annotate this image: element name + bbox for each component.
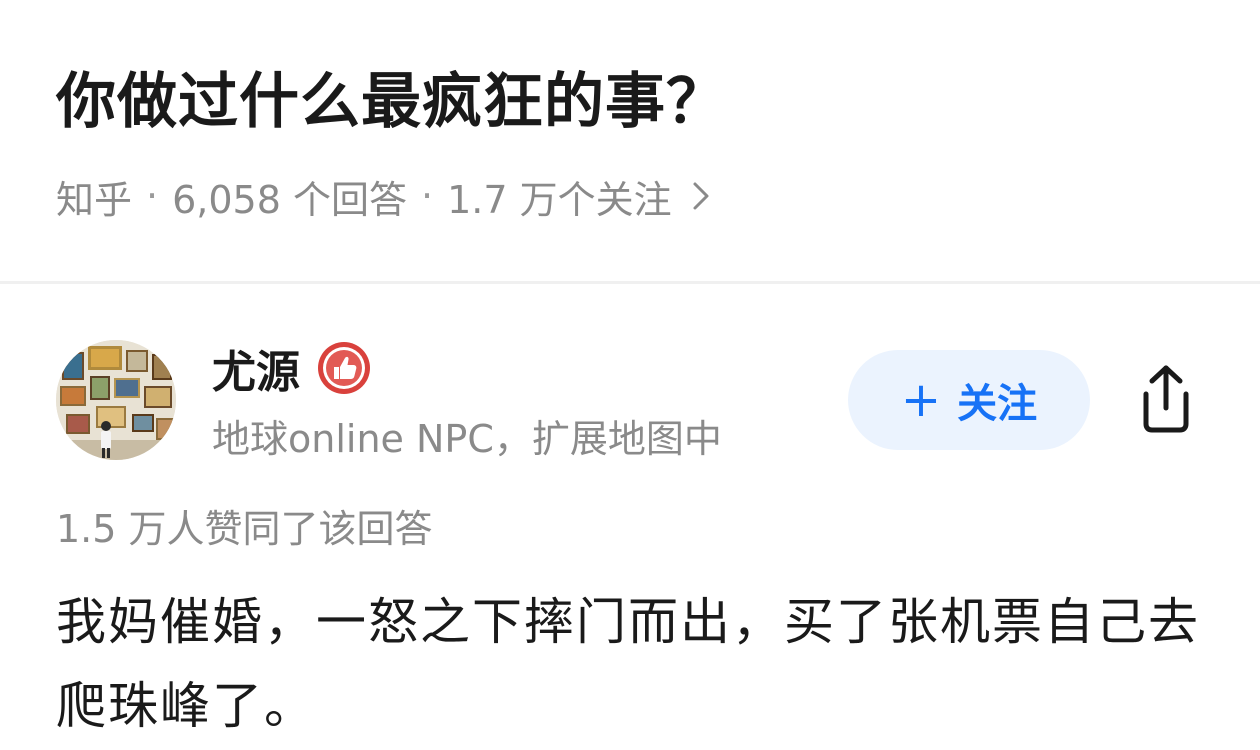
- author-row: 尤源 地球online NPC，扩展地图中 + 关注: [0, 284, 1260, 494]
- author-bio: 地球online NPC，扩展地图中: [212, 417, 722, 461]
- meta-separator: ·: [420, 174, 434, 218]
- answer-page: 你做过什么最疯狂的事？ 知乎 · 6,058 个回答 · 1.7 万个关注 尤源…: [0, 0, 1260, 750]
- source-label: 知乎: [56, 177, 133, 222]
- follow-button[interactable]: + 关注: [848, 350, 1090, 450]
- answer-text[interactable]: 我妈催婚，一怒之下摔门而出，买了张机票自己去爬珠峰了。: [56, 580, 1216, 748]
- share-icon[interactable]: [1132, 360, 1200, 438]
- avatar[interactable]: [56, 340, 176, 460]
- question-meta[interactable]: 知乎 · 6,058 个回答 · 1.7 万个关注: [56, 168, 712, 224]
- answers-count: 6,058 个回答: [172, 177, 407, 222]
- followers-count: 1.7 万个关注: [447, 177, 672, 222]
- thumbs-up-badge-icon[interactable]: [316, 340, 372, 396]
- question-header[interactable]: 你做过什么最疯狂的事？ 知乎 · 6,058 个回答 · 1.7 万个关注: [0, 0, 1260, 282]
- plus-icon: +: [900, 372, 942, 428]
- question-title[interactable]: 你做过什么最疯狂的事？: [56, 62, 727, 142]
- meta-separator: ·: [146, 174, 159, 218]
- author-name-line: 尤源: [212, 336, 372, 400]
- chevron-right-icon[interactable]: [690, 179, 712, 213]
- vote-summary: 1.5 万人赞同了该回答: [56, 507, 433, 551]
- follow-label: 关注: [957, 381, 1038, 427]
- author-name[interactable]: 尤源: [212, 336, 300, 400]
